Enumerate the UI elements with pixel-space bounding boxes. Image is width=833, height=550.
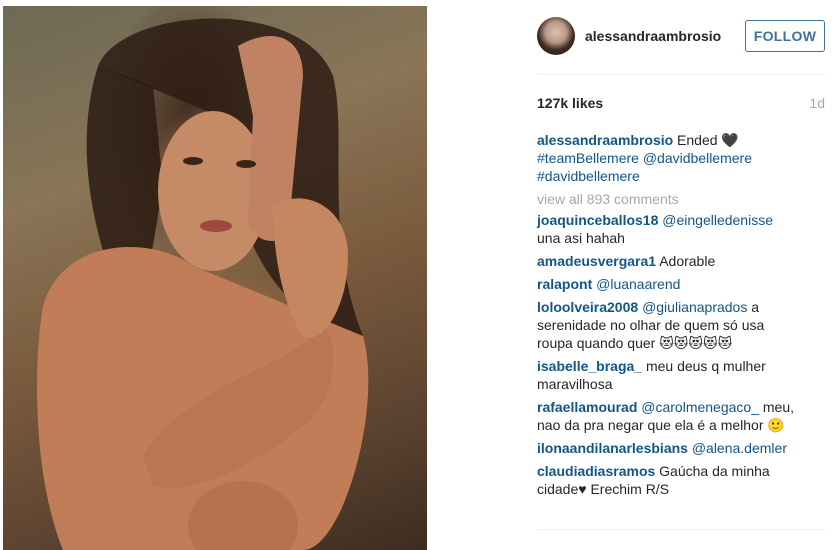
avatar[interactable] xyxy=(537,17,575,55)
mention-link[interactable]: @davidbellemere xyxy=(643,150,752,166)
hashtag-link[interactable]: #teamBellemere xyxy=(537,150,639,166)
list-item: loloolveira2008 @giulianaprados a sereni… xyxy=(537,298,797,352)
comments-list: alessandraambrosio Ended 🖤 #teamBellemer… xyxy=(537,131,797,503)
header-username[interactable]: alessandraambrosio xyxy=(585,28,721,44)
post-photo-area xyxy=(0,0,512,550)
header-divider xyxy=(537,74,825,75)
caption-username[interactable]: alessandraambrosio xyxy=(537,132,673,148)
caption-text: Ended 🖤 xyxy=(673,132,739,148)
likes-row: 127k likes 1d xyxy=(537,95,825,111)
follow-button[interactable]: FOLLOW xyxy=(745,20,825,52)
list-item: amadeusvergara1 Adorable xyxy=(537,252,797,270)
comment-text: Adorable xyxy=(656,253,716,269)
comment-username[interactable]: rafaellamourad xyxy=(537,399,637,415)
comment-username[interactable]: ilonaandilanarlesbians xyxy=(537,440,688,456)
comment-username[interactable]: amadeusvergara1 xyxy=(537,253,656,269)
comment-username[interactable]: claudiadiasramos xyxy=(537,463,655,479)
mention-link[interactable]: @giulianaprados xyxy=(642,299,747,315)
likes-count[interactable]: 127k likes xyxy=(537,95,603,111)
list-item: isabelle_braga_ meu deus q mulher maravi… xyxy=(537,357,797,393)
mention-link[interactable]: @alena.demler xyxy=(692,440,787,456)
view-all-comments-link[interactable]: view all 893 comments xyxy=(537,190,797,208)
post-header: alessandraambrosio FOLLOW xyxy=(537,14,825,58)
comments-divider xyxy=(537,529,825,530)
hashtag-link[interactable]: #davidbellemere xyxy=(537,168,640,184)
photo-illustration xyxy=(37,18,369,550)
comment-username[interactable]: ralapont xyxy=(537,276,592,292)
list-item: joaquinceballos18 @eingelledenisse una a… xyxy=(537,211,797,247)
comment-text: una asi hahah xyxy=(537,230,625,246)
post-photo[interactable] xyxy=(3,6,427,550)
comment-username[interactable]: joaquinceballos18 xyxy=(537,212,658,228)
mention-link[interactable]: @luanaarend xyxy=(596,276,680,292)
list-item: claudiadiasramos Gaúcha da minha cidade♥… xyxy=(537,462,797,498)
post-side-panel: alessandraambrosio FOLLOW 127k likes 1d … xyxy=(513,0,833,550)
caption: alessandraambrosio Ended 🖤 #teamBellemer… xyxy=(537,131,797,185)
list-item: ilonaandilanarlesbians @alena.demler xyxy=(537,439,797,457)
post-age[interactable]: 1d xyxy=(809,95,825,111)
mention-link[interactable]: @carolmenegaco_ xyxy=(641,399,759,415)
list-item: rafaellamourad @carolmenegaco_ meu, nao … xyxy=(537,398,797,434)
list-item: ralapont @luanaarend xyxy=(537,275,797,293)
comment-username[interactable]: loloolveira2008 xyxy=(537,299,638,315)
mention-link[interactable]: @eingelledenisse xyxy=(662,212,773,228)
comment-username[interactable]: isabelle_braga_ xyxy=(537,358,642,374)
